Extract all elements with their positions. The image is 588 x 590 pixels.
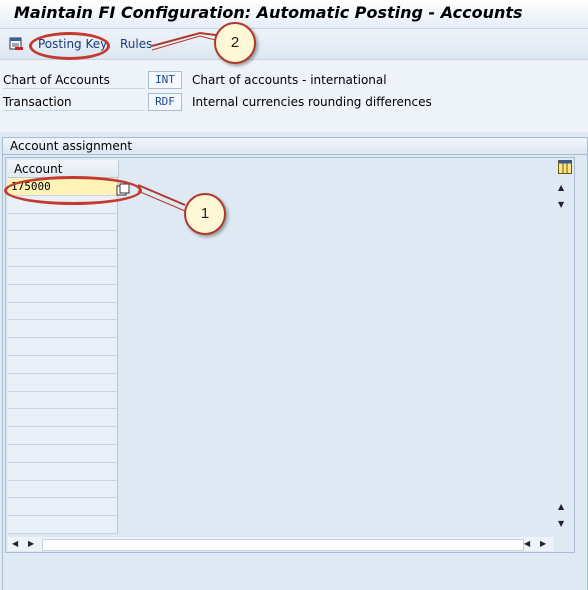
callout-leaders: [137, 31, 224, 212]
callout-badge: 2: [214, 22, 256, 64]
highlight-ellipse: [4, 176, 142, 205]
highlight-ellipse: [29, 32, 110, 60]
callout-badge: 1: [184, 193, 226, 235]
